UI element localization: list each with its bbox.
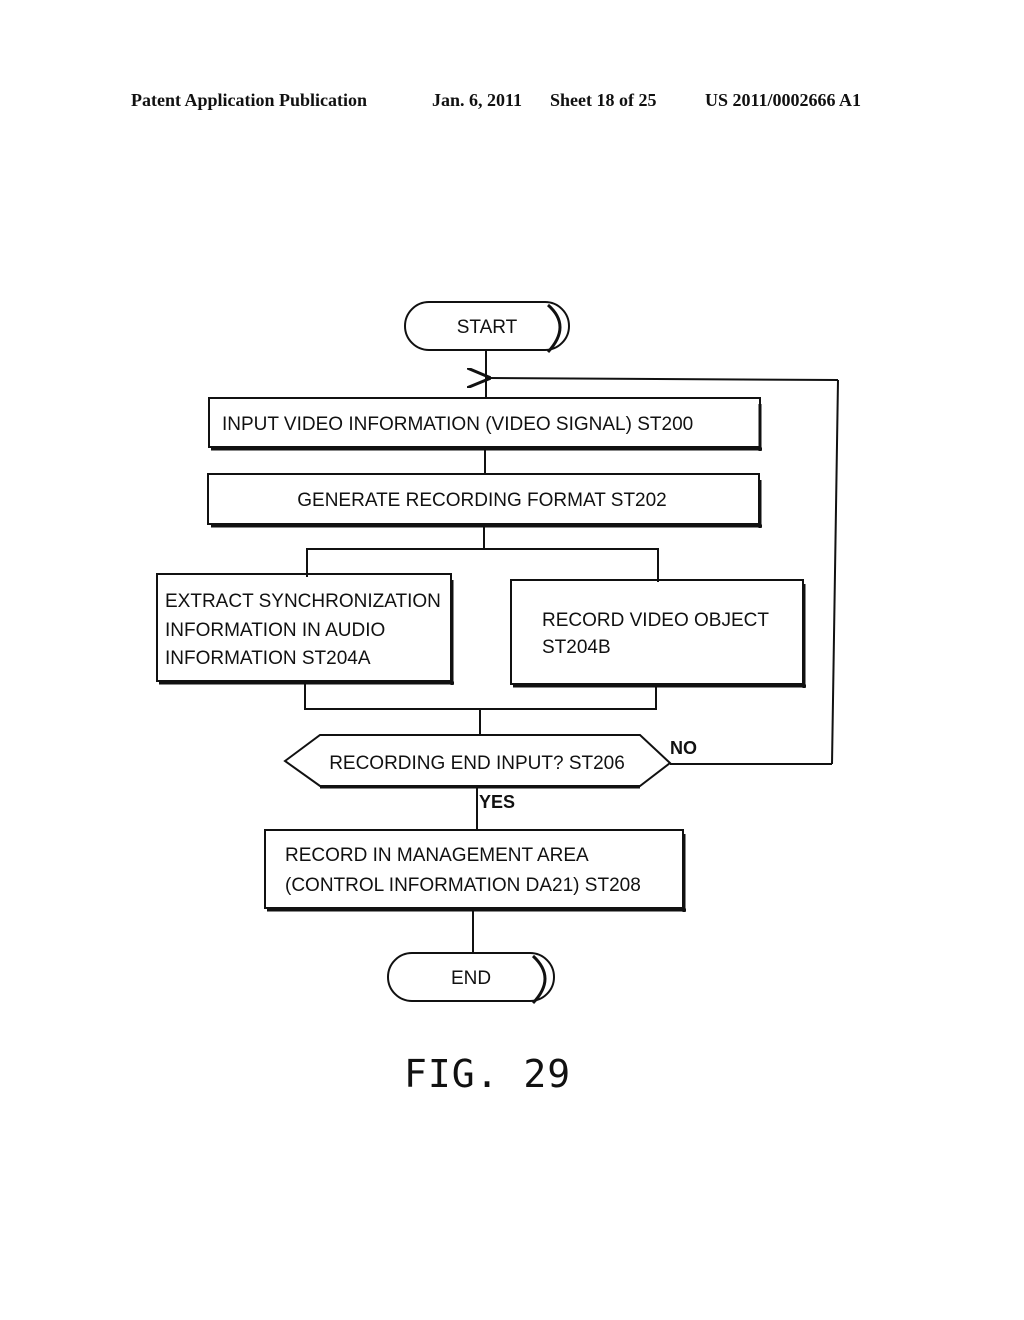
- st204b-line-2: ST204B: [542, 637, 611, 658]
- figure-label: FIG. 29: [404, 1052, 572, 1096]
- flowchart: START INPUT VIDEO INFORMATION (VIDEO SIG…: [156, 301, 839, 1005]
- st204a-line-3: INFORMATION ST204A: [165, 648, 371, 669]
- process-st208: [264, 829, 684, 909]
- loop-back-line-right: [831, 379, 839, 765]
- st208-line-2: (CONTROL INFORMATION DA21) ST208: [285, 875, 641, 896]
- start-label: START: [457, 317, 518, 338]
- st206-label: RECORDING END INPUT? ST206: [329, 753, 625, 774]
- parallel-split: [306, 548, 659, 582]
- st200-label: INPUT VIDEO INFORMATION (VIDEO SIGNAL) S…: [222, 414, 693, 435]
- st208-label: RECORD IN MANAGEMENT AREA (CONTROL INFOR…: [285, 845, 641, 896]
- st204b-line-1: RECORD VIDEO OBJECT: [542, 610, 769, 631]
- st202-label: GENERATE RECORDING FORMAT ST202: [297, 490, 667, 511]
- loop-back-arrow: [489, 378, 839, 380]
- yes-label: YES: [479, 792, 515, 812]
- st204b-label: RECORD VIDEO OBJECT ST204B: [542, 610, 774, 658]
- st204a-line-2: INFORMATION IN AUDIO: [165, 620, 385, 641]
- process-st204b: [510, 579, 804, 685]
- st204a-line-1: EXTRACT SYNCHRONIZATION: [165, 591, 441, 612]
- st204a-label: EXTRACT SYNCHRONIZATION INFORMATION IN A…: [165, 591, 446, 669]
- st208-line-1: RECORD IN MANAGEMENT AREA: [285, 845, 589, 866]
- end-label: END: [451, 968, 491, 989]
- no-label: NO: [670, 738, 697, 758]
